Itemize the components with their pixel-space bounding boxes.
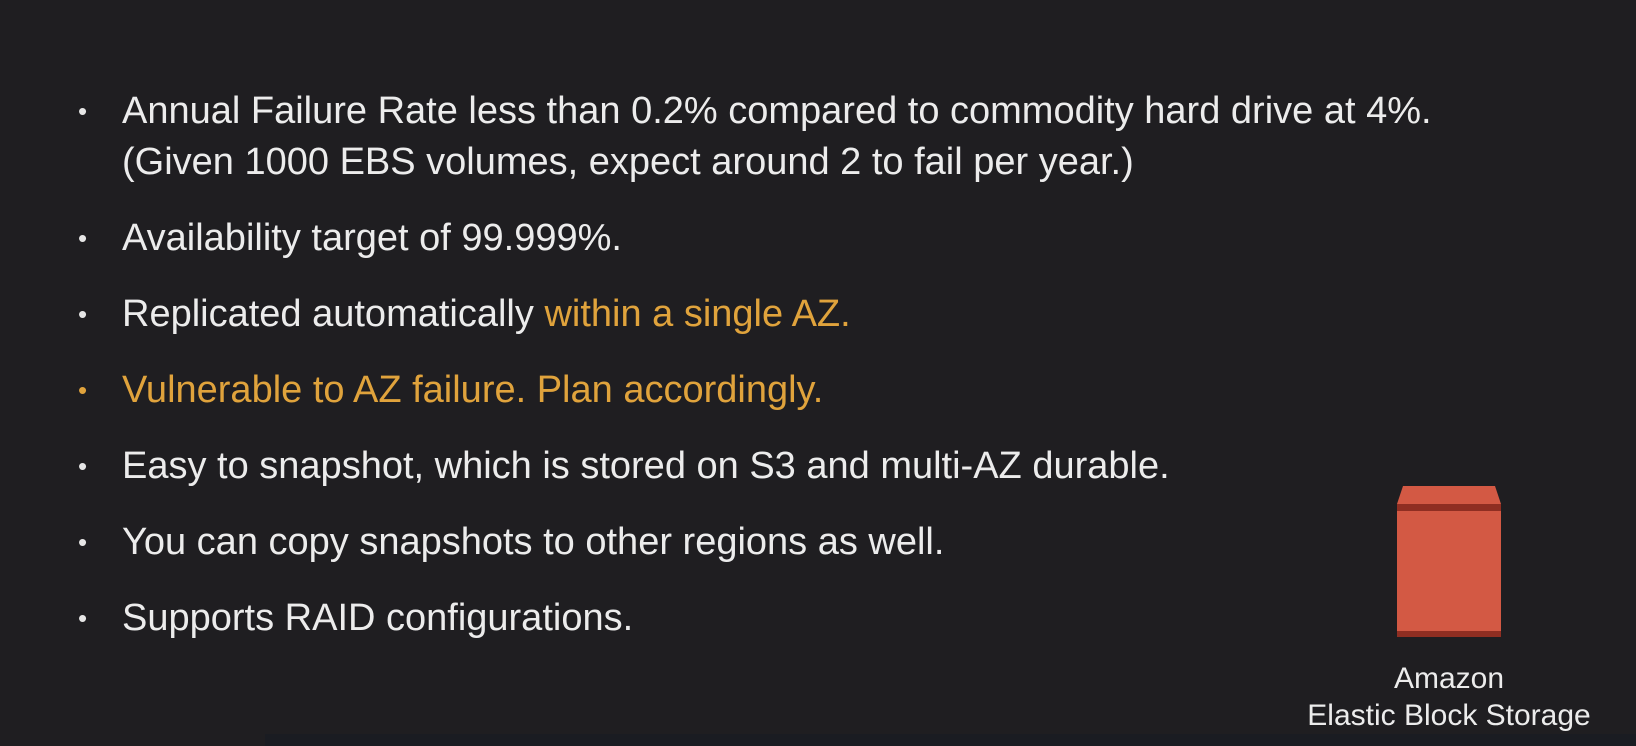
bullet-dot: • — [78, 223, 88, 253]
bullet-text: Replicated automatically — [122, 293, 545, 335]
ebs-icon-base — [1397, 631, 1501, 637]
bullet-list: • Annual Failure Rate less than 0.2% com… — [78, 86, 1538, 669]
bullet-dot: • — [78, 375, 88, 405]
bullet-item: • Annual Failure Rate less than 0.2% com… — [78, 86, 1538, 188]
ebs-icon-body — [1397, 511, 1501, 631]
slide: • Annual Failure Rate less than 0.2% com… — [0, 0, 1636, 746]
bullet-dot: • — [78, 527, 88, 557]
ebs-icon-band — [1397, 504, 1501, 511]
bullet-text: Vulnerable to AZ failure. Plan according… — [122, 369, 824, 411]
bullet-dot: • — [78, 451, 88, 481]
bullet-text: Easy to snapshot, which is stored on S3 … — [122, 445, 1170, 487]
bullet-item: • Availability target of 99.999%. — [78, 213, 1538, 264]
bullet-item: • Easy to snapshot, which is stored on S… — [78, 441, 1538, 492]
bullet-item: • Supports RAID configurations. — [78, 593, 1538, 644]
bullet-text: You can copy snapshots to other regions … — [122, 521, 945, 563]
bullet-dot: • — [78, 96, 88, 126]
bullet-item: • You can copy snapshots to other region… — [78, 517, 1538, 568]
ebs-caption-line1: Amazon — [1393, 662, 1505, 695]
ebs-caption: Amazon Elastic Block Storage — [1290, 660, 1608, 734]
bottom-strip — [265, 734, 1636, 746]
bullet-highlight-text: within a single AZ. — [544, 293, 851, 335]
bullet-dot: • — [78, 299, 88, 329]
bullet-item-warning: • Vulnerable to AZ failure. Plan accordi… — [78, 365, 1538, 416]
bullet-text: Availability target of 99.999%. — [122, 217, 622, 259]
bullet-item: • Replicated automatically within a sing… — [78, 289, 1538, 340]
bullet-text: Annual Failure Rate less than 0.2% compa… — [122, 90, 1432, 183]
ebs-volume-icon — [1397, 486, 1501, 637]
bullet-dot: • — [78, 603, 88, 633]
bullet-text: Supports RAID configurations. — [122, 597, 634, 639]
ebs-icon-lid — [1397, 486, 1501, 504]
ebs-caption-line2: Elastic Block Storage — [1307, 699, 1591, 732]
